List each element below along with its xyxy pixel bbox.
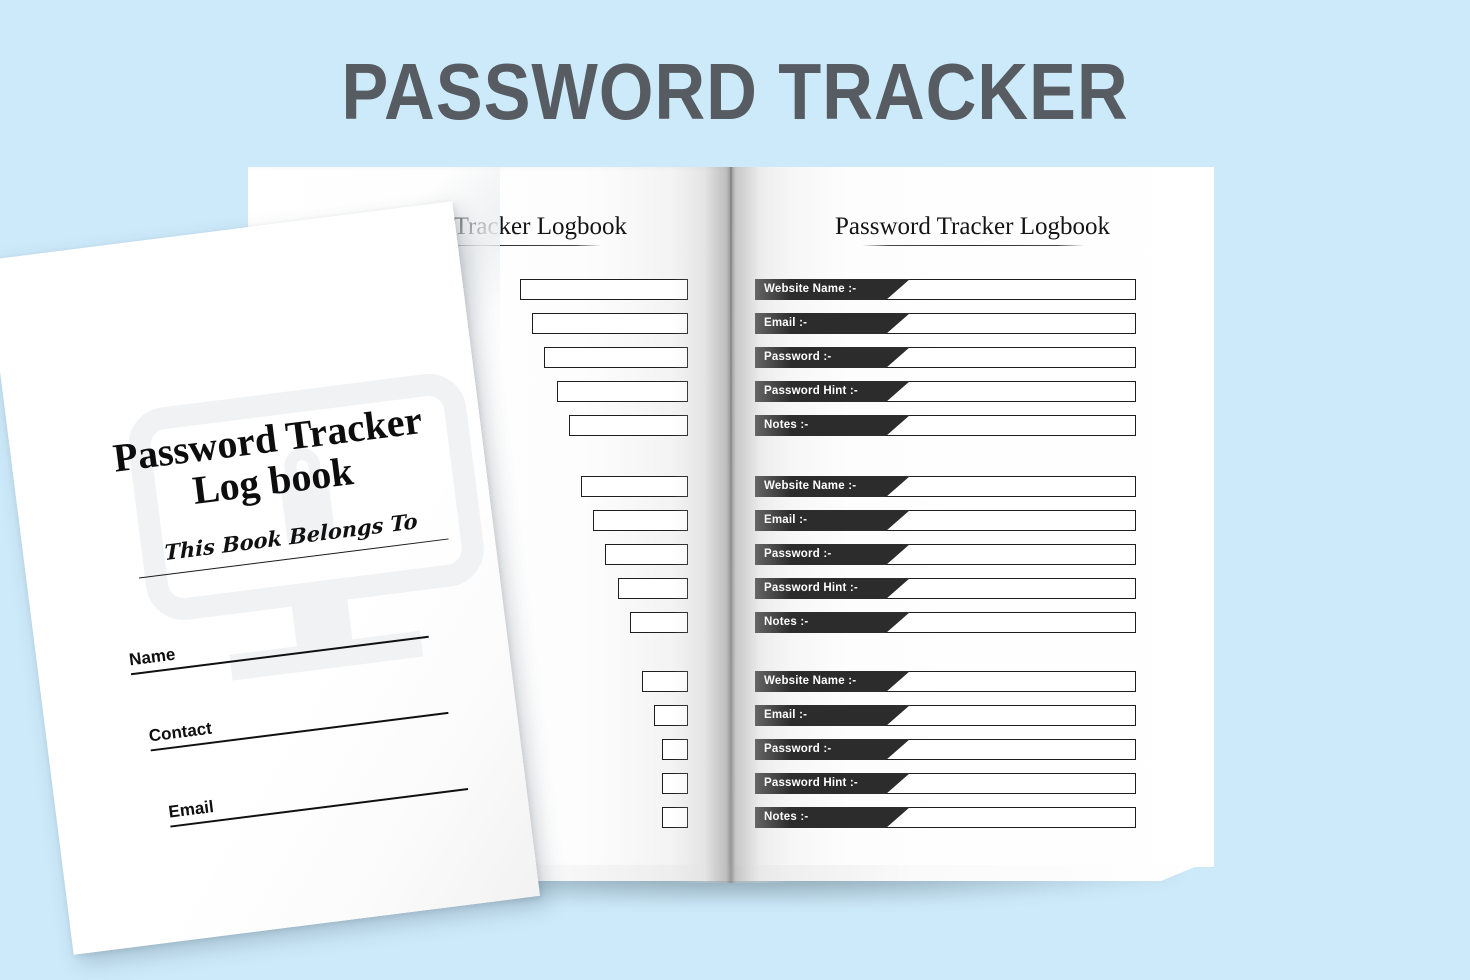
entry-field-row[interactable]: Notes :- (755, 807, 1136, 828)
entry-field-row[interactable] (581, 476, 688, 497)
entry-field-label: Password :- (755, 739, 910, 760)
right-page-heading: Password Tracker Logbook (731, 213, 1214, 246)
entry-field-row[interactable]: Notes :- (755, 612, 1136, 633)
cover-field-name-label: Name (128, 644, 177, 670)
cover-field-email-label: Email (167, 797, 215, 822)
entry-field-row[interactable]: Website Name :- (755, 476, 1136, 497)
book-cover-sheet: Password Tracker Log book This Book Belo… (0, 201, 541, 955)
entry-field-row[interactable] (662, 807, 688, 828)
entry-field-label: Email :- (755, 510, 910, 531)
entry-field-label: Password Hint :- (755, 773, 910, 794)
entry-field-row[interactable] (605, 544, 688, 565)
entry-field-row[interactable] (520, 279, 688, 300)
entry-group: Website Name :- Email :- Password :- Passwo… (731, 671, 1214, 841)
entry-field-label: Website Name :- (755, 279, 910, 300)
entry-field-label: Notes :- (755, 612, 910, 633)
cover-field-email-line (170, 787, 469, 828)
right-page-heading-rule (861, 245, 1084, 246)
entry-field-label: Email :- (755, 705, 910, 726)
entry-field-label: Notes :- (755, 415, 910, 436)
entry-field-label: Website Name :- (755, 476, 910, 497)
entry-field-row[interactable] (568, 415, 688, 436)
entry-field-label: Password Hint :- (755, 381, 910, 402)
book-cover: Password Tracker Log book This Book Belo… (0, 201, 541, 955)
entry-field-row[interactable]: Email :- (755, 705, 1136, 726)
entry-field-label: Email :- (755, 313, 910, 334)
entry-field-label: Password :- (755, 347, 910, 368)
right-page-heading-text: Password Tracker Logbook (835, 213, 1110, 240)
entry-field-row[interactable]: Password Hint :- (755, 773, 1136, 794)
entry-field-row[interactable] (544, 347, 688, 368)
entry-field-row[interactable] (556, 381, 688, 402)
entry-field-row[interactable]: Password Hint :- (755, 381, 1136, 402)
entry-field-row[interactable] (642, 671, 688, 692)
entry-field-row[interactable]: Password :- (755, 739, 1136, 760)
cover-text-block: Password Tracker Log book This Book Belo… (0, 201, 540, 954)
entry-field-row[interactable]: Email :- (755, 313, 1136, 334)
entry-field-row[interactable]: Notes :- (755, 415, 1136, 436)
entry-field-row[interactable]: Password :- (755, 544, 1136, 565)
entry-field-row[interactable] (662, 739, 688, 760)
poster-canvas: PASSWORD TRACKER Password Tracker Logboo… (0, 0, 1470, 980)
entry-field-label: Website Name :- (755, 671, 910, 692)
entry-field-label: Notes :- (755, 807, 910, 828)
entry-field-row[interactable] (662, 773, 688, 794)
entry-field-row[interactable]: Website Name :- (755, 671, 1136, 692)
entry-field-row[interactable] (532, 313, 688, 334)
entry-field-label: Password Hint :- (755, 578, 910, 599)
entry-field-row[interactable] (593, 510, 688, 531)
right-interior-page: Password Tracker Logbook Website Name :-… (731, 167, 1214, 867)
entry-field-row[interactable] (629, 612, 688, 633)
entry-field-label: Password :- (755, 544, 910, 565)
entry-group: Website Name :- Email :- Password :- Passwo… (731, 279, 1214, 449)
entry-group: Website Name :- Email :- Password :- Passwo… (731, 476, 1214, 646)
page-title: PASSWORD TRACKER (341, 47, 1129, 136)
entry-field-row[interactable]: Password Hint :- (755, 578, 1136, 599)
entry-field-row[interactable] (617, 578, 688, 599)
entry-field-row[interactable] (654, 705, 688, 726)
entry-field-row[interactable]: Website Name :- (755, 279, 1136, 300)
entry-field-row[interactable]: Password :- (755, 347, 1136, 368)
entry-field-row[interactable]: Email :- (755, 510, 1136, 531)
cover-title: Password Tracker Log book (101, 397, 439, 523)
